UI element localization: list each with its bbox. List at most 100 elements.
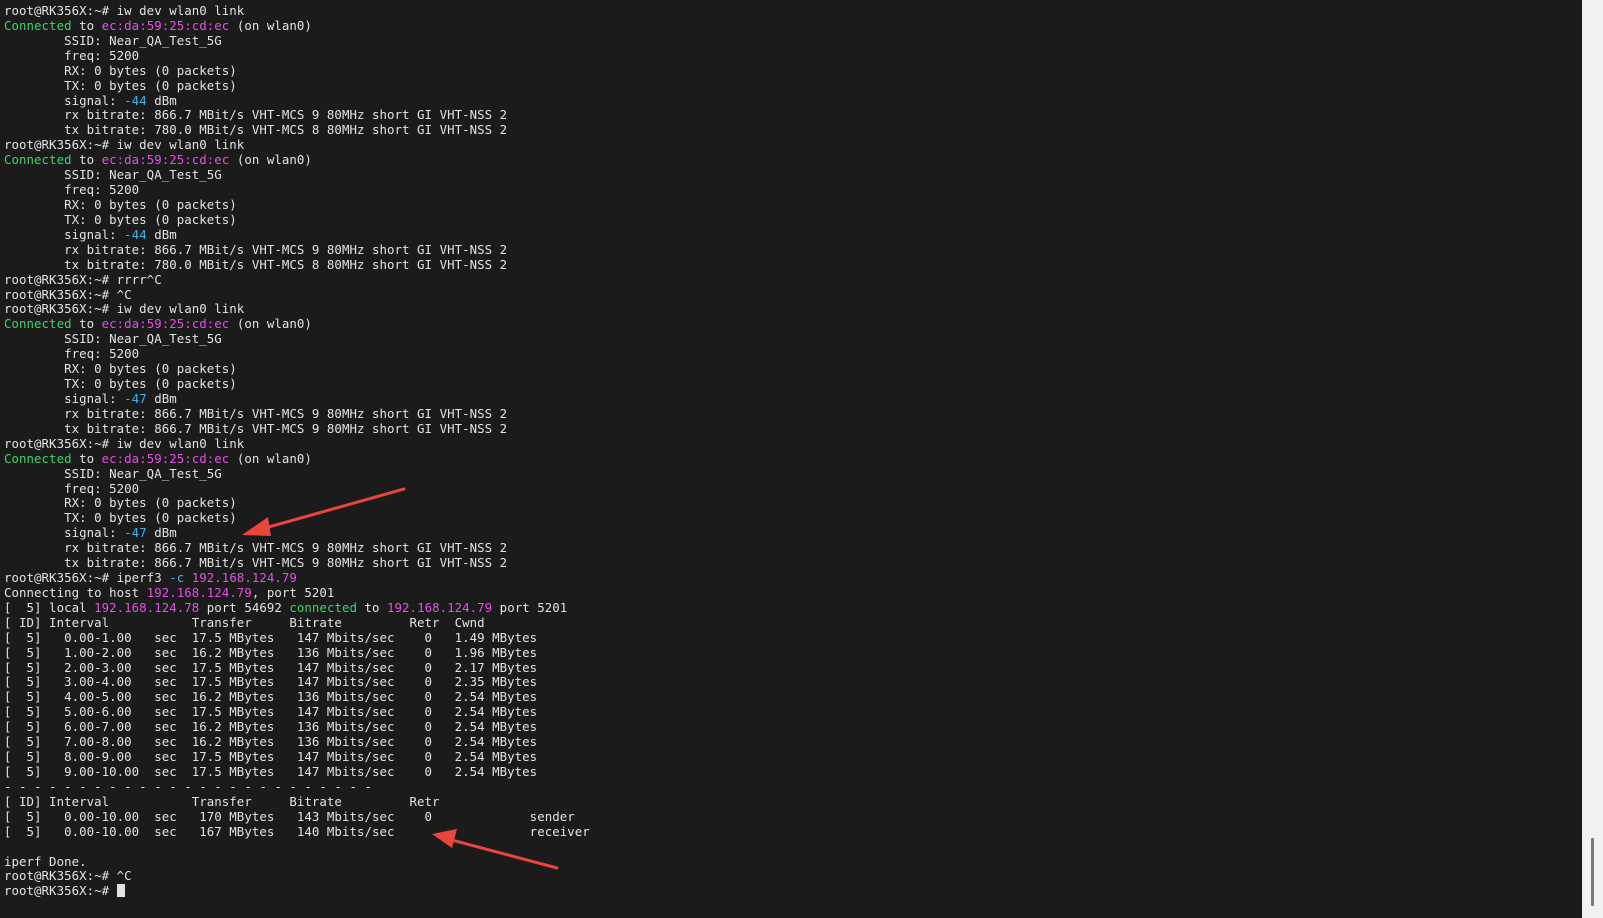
terminal-line: [ ID] Interval Transfer Bitrate Retr Cwn…: [4, 614, 590, 631]
highlighted-text: 192.168.124.79: [146, 584, 252, 600]
terminal-text: [ ID] Interval Transfer Bitrate Retr Cwn…: [4, 614, 485, 630]
terminal-line: root@RK356X:~# iw dev wlan0 link: [4, 436, 590, 452]
terminal-text: TX: 0 bytes (0 packets): [4, 376, 237, 392]
highlighted-text: ec:da:59:25:cd:ec: [101, 316, 230, 332]
terminal-line: SSID: Near_QA_Test_5G: [4, 331, 590, 347]
terminal-line: Connected to ec:da:59:25:cd:ec (on wlan0…: [4, 316, 590, 332]
terminal-line: freq: 5200: [4, 481, 590, 497]
highlighted-text: connected: [289, 599, 357, 615]
terminal-line: [ 5] 8.00-9.00 sec 17.5 MBytes 147 Mbits…: [4, 749, 590, 765]
terminal-line: Connected to ec:da:59:25:cd:ec (on wlan0…: [4, 17, 590, 34]
block-cursor-icon: [116, 884, 125, 898]
terminal-line: Connecting to host 192.168.124.79, port …: [4, 584, 590, 601]
terminal-text: root@RK356X:~# rrrr^C: [4, 271, 162, 287]
terminal-line: TX: 0 bytes (0 packets): [4, 211, 590, 228]
terminal-text: port 54692: [199, 599, 290, 615]
terminal-line: TX: 0 bytes (0 packets): [4, 510, 590, 526]
terminal-text: port 5201: [492, 599, 568, 615]
terminal-line: TX: 0 bytes (0 packets): [4, 78, 590, 94]
terminal-text: to: [71, 316, 102, 332]
terminal-line: root@RK356X:~# iw dev wlan0 link: [4, 3, 590, 19]
terminal-line: tx bitrate: 780.0 MBit/s VHT-MCS 8 80MHz…: [4, 256, 590, 273]
terminal-text: dBm: [146, 226, 177, 242]
terminal-text: [ ID] Interval Transfer Bitrate Retr: [4, 793, 440, 809]
terminal-line: freq: 5200: [4, 48, 590, 64]
terminal-line: root@RK356X:~# iperf3 -c 192.168.124.79: [4, 570, 590, 586]
terminal-line: [ 5] 2.00-3.00 sec 17.5 MBytes 147 Mbits…: [4, 659, 590, 676]
scrollbar-thumb[interactable]: [1591, 838, 1594, 906]
terminal-text: RX: 0 bytes (0 packets): [4, 495, 237, 511]
terminal-line: root@RK356X:~# ^C: [4, 287, 590, 303]
terminal-text: root@RK356X:~#: [4, 883, 117, 899]
terminal-line: root@RK356X:~# iw dev wlan0 link: [4, 137, 590, 153]
terminal-line: tx bitrate: 780.0 MBit/s VHT-MCS 8 80MHz…: [4, 122, 590, 138]
terminal-text: Connecting to host: [4, 584, 147, 600]
terminal-text: [ 5] 0.00-10.00 sec 170 MBytes 143 Mbits…: [4, 808, 575, 824]
terminal-line: rx bitrate: 866.7 MBit/s VHT-MCS 9 80MHz…: [4, 540, 590, 556]
terminal-text: rx bitrate: 866.7 MBit/s VHT-MCS 9 80MHz…: [4, 241, 508, 257]
terminal-window[interactable]: root@RK356X:~# iw dev wlan0 link Connecte…: [0, 0, 1582, 918]
terminal-text: rx bitrate: 866.7 MBit/s VHT-MCS 9 80MHz…: [4, 405, 508, 421]
terminal-line: [ 5] 1.00-2.00 sec 16.2 MBytes 136 Mbits…: [4, 644, 590, 661]
vertical-scrollbar[interactable]: [1582, 0, 1603, 918]
highlighted-text: -44: [124, 226, 147, 242]
terminal-line: root@RK356X:~# ^C: [4, 869, 590, 884]
terminal-text: to: [71, 17, 102, 33]
terminal-text: RX: 0 bytes (0 packets): [4, 361, 237, 377]
terminal-text: root@RK356X:~# iperf3: [4, 570, 170, 586]
terminal-text: dBm: [146, 525, 177, 541]
terminal-text: root@RK356X:~# iw dev wlan0 link: [4, 3, 245, 18]
highlighted-text: 192.168.124.79: [191, 570, 297, 586]
terminal-text: (on wlan0): [229, 450, 312, 466]
terminal-text: (on wlan0): [229, 316, 312, 332]
terminal-line: Connected to ec:da:59:25:cd:ec (on wlan0…: [4, 152, 590, 168]
terminal-text: to: [71, 450, 102, 466]
terminal-line: tx bitrate: 866.7 MBit/s VHT-MCS 9 80MHz…: [4, 555, 590, 571]
terminal-output: root@RK356X:~# iw dev wlan0 link Connecte…: [4, 3, 590, 899]
terminal-text: TX: 0 bytes (0 packets): [4, 211, 237, 227]
highlighted-text: -44: [124, 92, 147, 108]
highlighted-text: ec:da:59:25:cd:ec: [101, 152, 230, 168]
terminal-line: iperf Done.: [4, 854, 590, 870]
terminal-line: [ 5] 3.00-4.00 sec 17.5 MBytes 147 Mbits…: [4, 675, 590, 690]
terminal-line: Connected to ec:da:59:25:cd:ec (on wlan0…: [4, 450, 590, 467]
terminal-line: [ 5] local 192.168.124.78 port 54692 con…: [4, 599, 590, 616]
highlighted-text: Connected: [4, 316, 72, 332]
highlighted-text: Connected: [4, 17, 72, 33]
terminal-text: tx bitrate: 780.0 MBit/s VHT-MCS 8 80MHz…: [4, 256, 508, 272]
terminal-text: dBm: [146, 92, 177, 108]
terminal-line: signal: -44 dBm: [4, 226, 590, 243]
terminal-text: [ 5] 1.00-2.00 sec 16.2 MBytes 136 Mbits…: [4, 644, 538, 660]
terminal-line: - - - - - - - - - - - - - - - - - - - - …: [4, 779, 590, 795]
terminal-text: RX: 0 bytes (0 packets): [4, 196, 237, 212]
terminal-line: root@RK356X:~# iw dev wlan0 link: [4, 301, 590, 317]
terminal-text: to: [71, 152, 102, 168]
terminal-text: freq: 5200: [4, 182, 140, 198]
highlighted-text: -47: [124, 390, 147, 406]
terminal-text: tx bitrate: 780.0 MBit/s VHT-MCS 8 80MHz…: [4, 122, 508, 138]
terminal-line: RX: 0 bytes (0 packets): [4, 196, 590, 213]
terminal-line: rx bitrate: 866.7 MBit/s VHT-MCS 9 80MHz…: [4, 241, 590, 258]
terminal-line: [ 5] 4.00-5.00 sec 16.2 MBytes 136 Mbits…: [4, 689, 590, 705]
terminal-text: SSID: Near_QA_Test_5G: [4, 331, 222, 347]
highlighted-text: Connected: [4, 152, 72, 168]
highlighted-text: 192.168.124.79: [387, 599, 493, 615]
highlighted-text: -47: [124, 525, 147, 541]
terminal-text: [ 5] 3.00-4.00 sec 17.5 MBytes 147 Mbits…: [4, 674, 538, 690]
terminal-line: [ ID] Interval Transfer Bitrate Retr: [4, 793, 590, 810]
terminal-line: RX: 0 bytes (0 packets): [4, 63, 590, 79]
terminal-text: signal:: [4, 390, 125, 406]
terminal-line: signal: -47 dBm: [4, 390, 590, 407]
terminal-line: RX: 0 bytes (0 packets): [4, 495, 590, 511]
terminal-text: tx bitrate: 866.7 MBit/s VHT-MCS 9 80MHz…: [4, 555, 508, 571]
highlighted-text: -c: [169, 570, 185, 586]
terminal-text: SSID: Near_QA_Test_5G: [4, 32, 222, 48]
terminal-line: SSID: Near_QA_Test_5G: [4, 466, 590, 482]
terminal-line: rx bitrate: 866.7 MBit/s VHT-MCS 9 80MHz…: [4, 107, 590, 123]
terminal-text: TX: 0 bytes (0 packets): [4, 510, 237, 526]
terminal-text: rx bitrate: 866.7 MBit/s VHT-MCS 9 80MHz…: [4, 540, 508, 556]
terminal-line: SSID: Near_QA_Test_5G: [4, 32, 590, 49]
terminal-text: [ 5] 2.00-3.00 sec 17.5 MBytes 147 Mbits…: [4, 659, 538, 675]
terminal-text: root@RK356X:~# ^C: [4, 868, 132, 884]
